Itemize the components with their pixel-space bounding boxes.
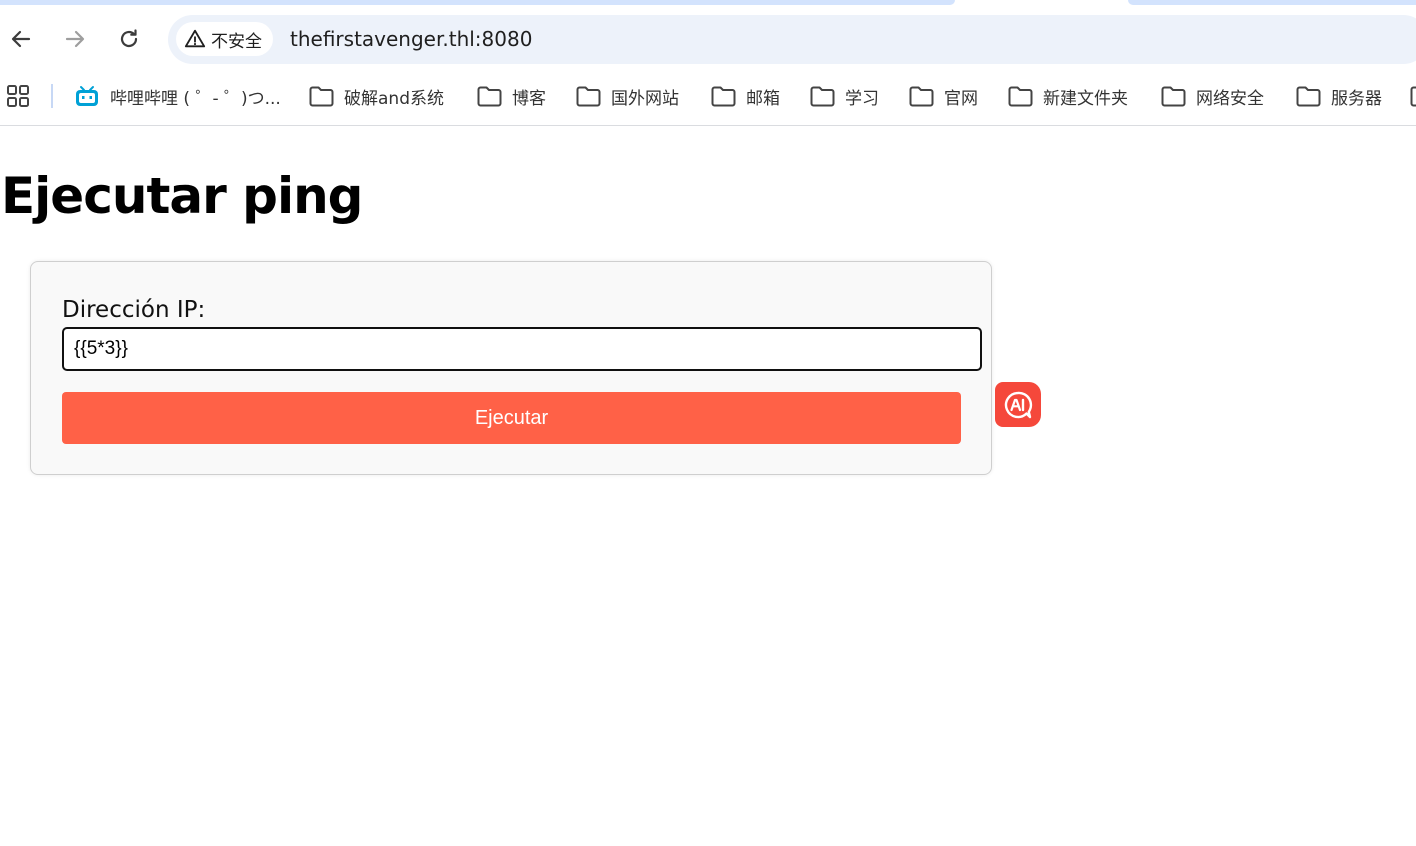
folder-icon [309, 86, 334, 106]
security-label: 不安全 [211, 31, 262, 52]
chrome-divider [0, 125, 1416, 126]
ping-form: Dirección IP: Ejecutar [30, 261, 992, 475]
bookmark-label: 哔哩哔哩 ( ゜- ゜)つ... [110, 88, 281, 109]
bookmark-folder[interactable]: 学习 [810, 80, 879, 112]
bookmark-label: 学习 [845, 88, 879, 109]
apps-grid-icon [7, 85, 29, 107]
bookmark-folder[interactable]: 破解and系统 [309, 80, 444, 112]
bookmark-folder[interactable]: 新建文件夹 [1008, 80, 1128, 112]
folder-icon [1296, 86, 1321, 106]
bookmark-folder[interactable]: 博客 [477, 80, 546, 112]
folder-icon [576, 86, 601, 106]
bookmark-folder[interactable]: 网络安全 [1161, 80, 1264, 112]
bookmark-folder[interactable]: 邮箱 [711, 80, 780, 112]
bilibili-icon [76, 86, 98, 106]
bookmark-label: 官网 [944, 88, 978, 109]
reload-button[interactable] [114, 24, 144, 54]
folder-icon [711, 86, 736, 106]
bookmark-label: 邮箱 [746, 88, 780, 109]
folder-icon [810, 86, 835, 106]
tab-strip [0, 0, 1416, 6]
arrow-left-icon [11, 30, 31, 48]
bookmark-label: 服务器 [1331, 88, 1382, 109]
folder-icon [477, 86, 502, 106]
bookmark-label: 破解and系统 [344, 88, 444, 109]
bookmark-bilibili[interactable]: 哔哩哔哩 ( ゜- ゜)つ... [74, 80, 281, 112]
bookmark-folder[interactable]: 服务器 [1296, 80, 1382, 112]
page-title: Ejecutar ping [1, 167, 363, 225]
security-indicator[interactable]: 不安全 [176, 22, 273, 56]
browser-chrome: 不安全 thefirstavenger.thl:8080 哔哩哔哩 ( ゜- ゜… [0, 0, 1416, 126]
url-text[interactable]: thefirstavenger.thl:8080 [290, 27, 532, 51]
reload-icon [120, 29, 138, 48]
bookmark-label: 博客 [512, 88, 546, 109]
arrow-right-icon [65, 30, 85, 48]
ejecutar-button[interactable]: Ejecutar [62, 392, 961, 444]
bookmark-label: 国外网站 [611, 88, 679, 109]
ai-chat-icon [1004, 391, 1033, 418]
ip-input[interactable] [62, 327, 982, 371]
bookmark-overflow[interactable] [1410, 80, 1416, 112]
apps-button[interactable] [6, 84, 30, 108]
address-bar[interactable]: 不安全 thefirstavenger.thl:8080 [168, 15, 1416, 64]
back-button[interactable] [6, 24, 36, 54]
folder-icon [1161, 86, 1186, 106]
bookmark-label: 网络安全 [1196, 88, 1264, 109]
bookmarks-divider [51, 84, 53, 108]
inactive-tab[interactable] [1128, 0, 1416, 5]
bookmark-label: 新建文件夹 [1043, 88, 1128, 109]
folder-icon [1008, 86, 1033, 106]
forward-button[interactable] [60, 24, 90, 54]
ip-label: Dirección IP: [62, 297, 206, 323]
bookmark-folder[interactable]: 国外网站 [576, 80, 679, 112]
folder-icon [1410, 86, 1416, 106]
bookmark-folder[interactable]: 官网 [909, 80, 978, 112]
folder-icon [909, 86, 934, 106]
inactive-tab[interactable] [0, 0, 955, 5]
warning-icon [184, 29, 206, 48]
ai-assistant-button[interactable] [995, 382, 1041, 427]
